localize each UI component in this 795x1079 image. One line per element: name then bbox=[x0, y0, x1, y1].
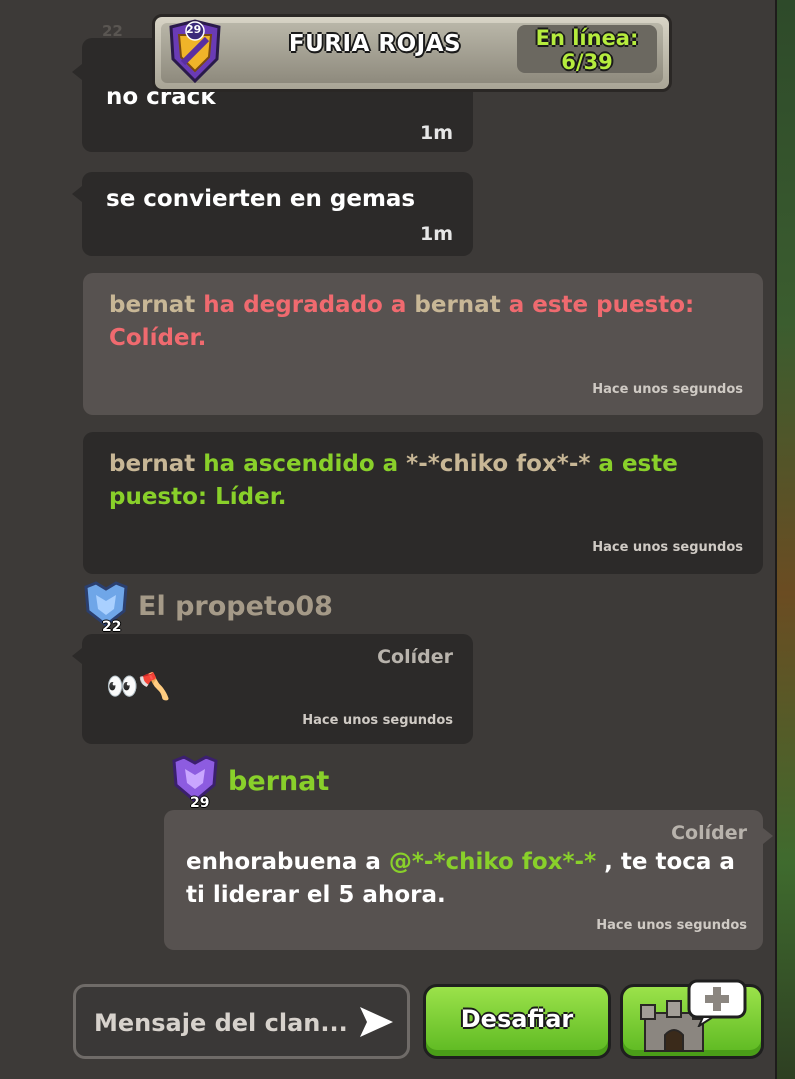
target-name: *-*chiko fox*-* bbox=[406, 451, 591, 477]
mention-link[interactable]: @*-*chiko fox*-* bbox=[389, 849, 596, 875]
sender-level-badge: 22 bbox=[102, 22, 123, 40]
member-header[interactable]: 22 El propeto08 bbox=[82, 580, 333, 635]
system-action-text: ha ascendido a bbox=[195, 451, 407, 477]
challenge-button-label: Desafiar bbox=[460, 1005, 574, 1033]
online-members-box: En línea: 6/39 bbox=[517, 25, 657, 74]
sender-role: Colíder bbox=[671, 822, 747, 844]
system-message-promote: bernat ha ascendido a *-*chiko fox*-* a … bbox=[83, 432, 763, 574]
clan-header[interactable]: 29 FURIA ROJAS En línea: 6/39 bbox=[152, 14, 672, 92]
chat-plus-icon bbox=[687, 979, 747, 1031]
chat-message: Colíder 👀🪓 Hace unos segundos bbox=[72, 634, 473, 744]
clan-chat-panel: no crack 1m 22 se convierten en gemas 1m… bbox=[0, 0, 775, 1079]
league-badge-icon: 29 bbox=[170, 755, 220, 811]
online-count: 6/39 bbox=[561, 50, 613, 74]
message-time: Hace unos segundos bbox=[596, 918, 747, 933]
message-text: 👀🪓 bbox=[106, 672, 171, 702]
member-name[interactable]: bernat bbox=[228, 766, 329, 797]
bubble-tail bbox=[72, 186, 82, 202]
clan-name: FURIA ROJAS bbox=[288, 31, 462, 57]
clan-level-number: 29 bbox=[186, 23, 202, 36]
level-number: 29 bbox=[190, 795, 210, 811]
bubble-tail bbox=[72, 64, 82, 80]
level-number: 22 bbox=[102, 619, 122, 635]
message-text-start: enhorabuena a bbox=[186, 849, 389, 875]
message-text: enhorabuena a @*-*chiko fox*-* , te toca… bbox=[186, 846, 746, 912]
online-label: En línea: bbox=[535, 26, 639, 50]
chat-message: se convierten en gemas 1m bbox=[72, 172, 473, 256]
message-time: 1m bbox=[419, 122, 453, 144]
challenge-button[interactable]: Desafiar bbox=[423, 984, 611, 1059]
actor-name: bernat bbox=[109, 292, 196, 318]
system-message-text: bernat ha ascendido a *-*chiko fox*-* a … bbox=[109, 448, 733, 514]
bubble-tail bbox=[763, 828, 773, 844]
chat-message-own: Colíder enhorabuena a @*-*chiko fox*-* ,… bbox=[164, 810, 773, 950]
member-header[interactable]: 29 bernat bbox=[170, 754, 329, 811]
league-badge-icon: 22 bbox=[82, 581, 130, 635]
input-placeholder: Mensaje del clan... bbox=[94, 1009, 348, 1037]
bubble-tail bbox=[72, 648, 82, 664]
member-name[interactable]: El propeto08 bbox=[138, 591, 333, 622]
sender-role: Colíder bbox=[377, 646, 453, 668]
clan-badge-icon: 29 bbox=[165, 19, 225, 84]
system-message-text: bernat ha degradado a bernat a este pues… bbox=[109, 289, 733, 355]
clan-message-input[interactable]: Mensaje del clan... bbox=[73, 984, 410, 1059]
message-time: Hace unos segundos bbox=[302, 713, 453, 728]
send-arrow-icon[interactable] bbox=[357, 1003, 395, 1041]
system-action-text: ha degradado a bbox=[195, 292, 415, 318]
message-time: Hace unos segundos bbox=[592, 382, 743, 397]
system-message-demote: bernat ha degradado a bernat a este pues… bbox=[83, 273, 763, 415]
message-text: se convierten en gemas bbox=[106, 186, 416, 212]
target-name: bernat bbox=[414, 292, 501, 318]
message-time: 1m bbox=[419, 223, 453, 245]
message-time: Hace unos segundos bbox=[592, 540, 743, 555]
game-background-strip bbox=[774, 0, 795, 1079]
actor-name: bernat bbox=[109, 451, 196, 477]
clan-castle-button[interactable] bbox=[620, 979, 764, 1059]
